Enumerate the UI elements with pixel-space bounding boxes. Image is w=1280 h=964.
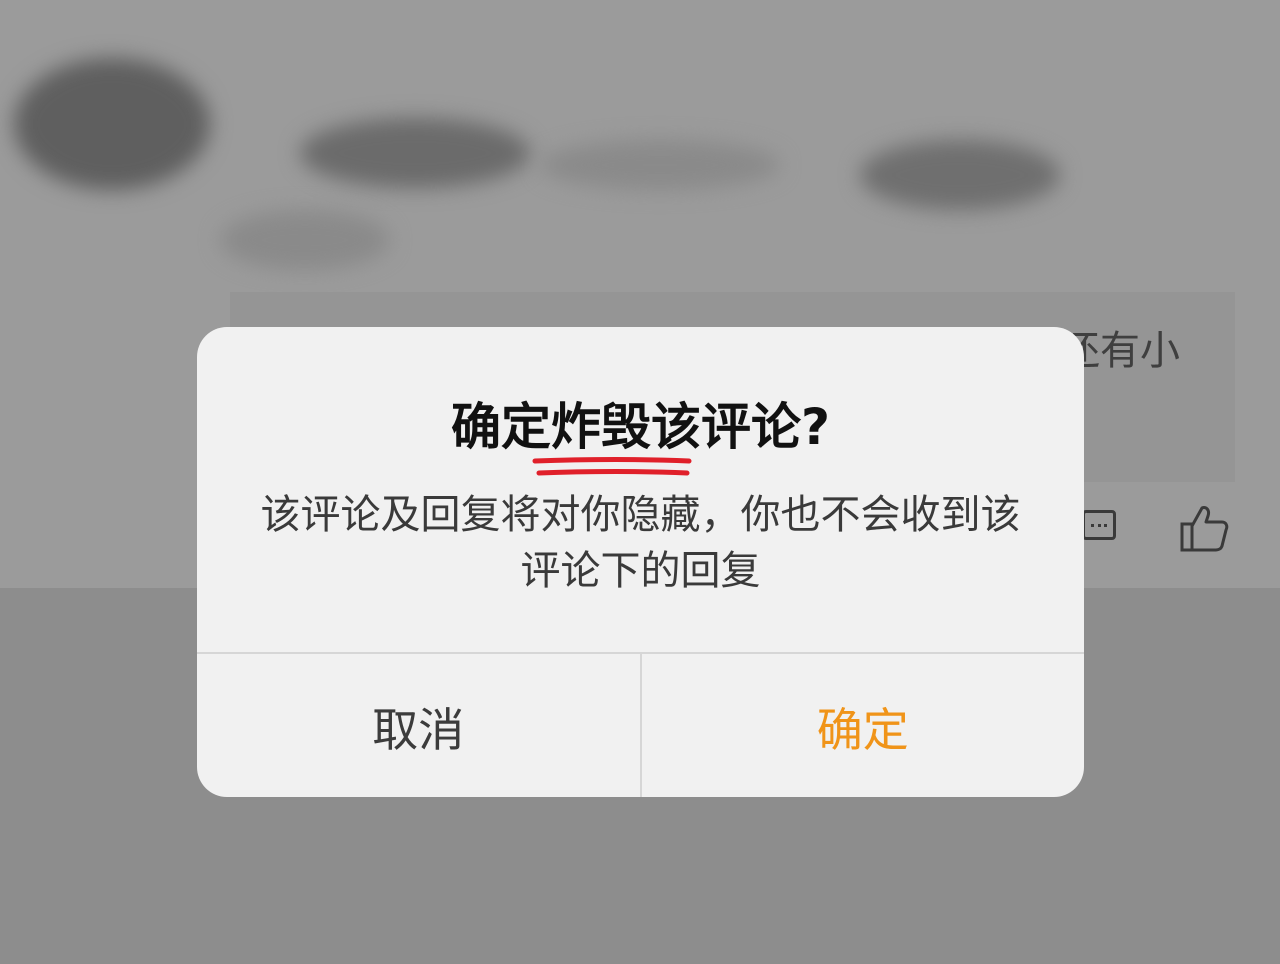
blurred-username (300, 118, 530, 188)
confirm-dialog: 确定炸毁该评论? 该评论及回复将对你隐藏，你也不会收到该评论下的回复 取消 确定 (197, 327, 1084, 797)
cancel-button[interactable]: 取消 (197, 654, 642, 797)
dialog-button-row: 取消 确定 (197, 652, 1084, 797)
comment-icon[interactable] (1082, 510, 1116, 540)
dialog-title: 确定炸毁该评论? (450, 398, 830, 456)
blurred-meta (220, 210, 390, 270)
like-icon[interactable] (1178, 502, 1230, 554)
blurred-text (540, 140, 780, 190)
confirm-button[interactable]: 确定 (642, 654, 1085, 797)
dialog-message: 该评论及回复将对你隐藏，你也不会收到该评论下的回复 (260, 492, 1021, 594)
blurred-text (860, 140, 1060, 210)
blurred-avatar (14, 58, 210, 190)
red-underline-annotation (532, 457, 692, 476)
